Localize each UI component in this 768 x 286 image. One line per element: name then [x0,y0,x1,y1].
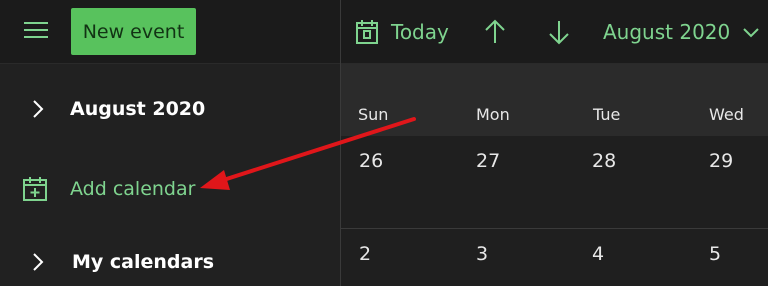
arrow-up-icon[interactable] [480,17,510,47]
day-cell[interactable]: 27 [476,150,500,172]
my-calendars-label: My calendars [72,251,215,273]
day-name-tue: Tue [593,105,621,124]
add-calendar-label: Add calendar [70,178,196,200]
day-cell[interactable]: 5 [709,243,721,265]
chevron-down-icon [743,28,759,38]
add-calendar-link[interactable]: Add calendar [0,168,340,210]
today-button[interactable]: Today [355,15,449,49]
day-cell[interactable]: 29 [709,150,733,172]
sidebar-month-toggle[interactable]: August 2020 [0,88,340,130]
day-cell[interactable]: 26 [359,150,383,172]
chevron-right-icon [33,100,44,118]
today-label: Today [391,20,449,44]
my-calendars-toggle[interactable]: My calendars [0,241,340,283]
chevron-right-icon [33,253,44,271]
day-cell[interactable]: 3 [476,243,488,265]
day-cell[interactable]: 2 [359,243,371,265]
month-selector-label: August 2020 [603,20,731,44]
arrow-down-icon[interactable] [544,17,574,47]
day-header-row [341,64,768,136]
day-name-sun: Sun [358,105,389,124]
add-calendar-icon [23,177,47,201]
month-selector[interactable]: August 2020 [603,15,760,49]
hamburger-menu-icon[interactable] [24,22,48,42]
sidebar-divider [340,0,341,286]
day-cell[interactable]: 28 [592,150,616,172]
new-event-button[interactable]: New event [71,8,196,55]
calendar-today-icon [356,20,378,44]
day-name-mon: Mon [476,105,510,124]
week-divider [341,228,768,229]
day-name-wed: Wed [709,105,744,124]
sidebar-month-label: August 2020 [70,98,206,120]
day-cell[interactable]: 4 [592,243,604,265]
